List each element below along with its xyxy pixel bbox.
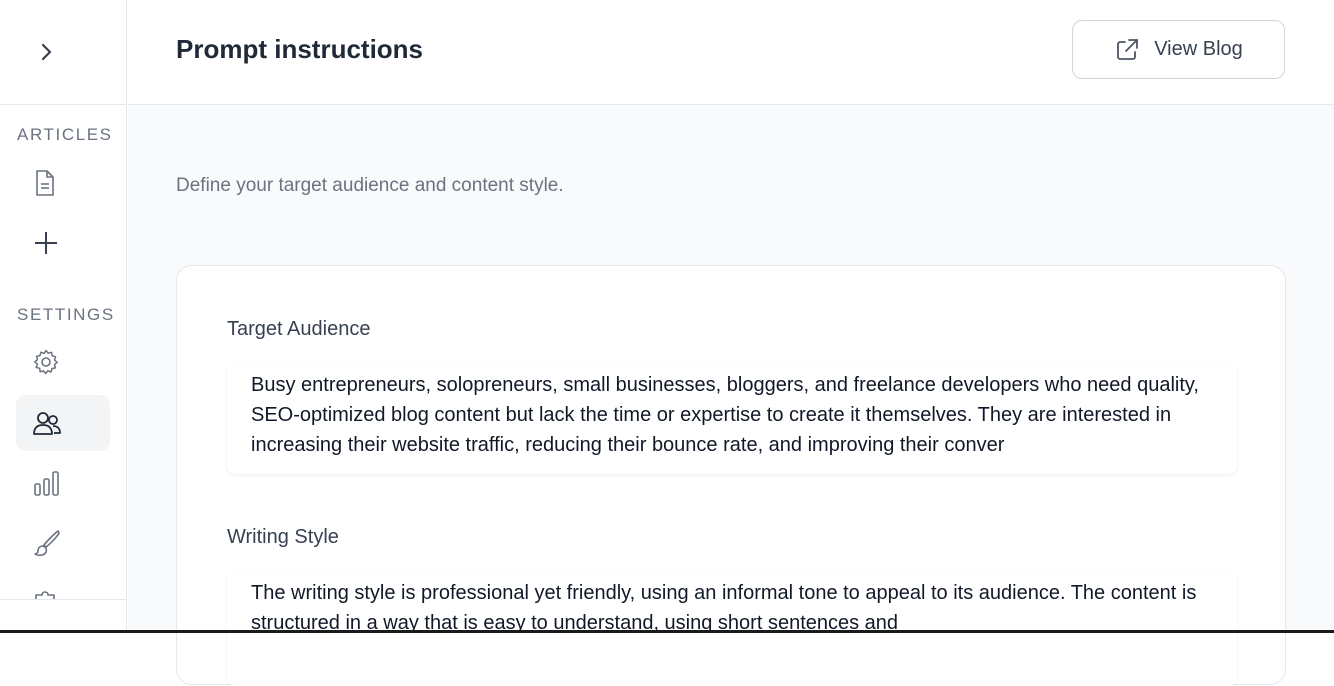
- sidebar-divider: [0, 599, 127, 600]
- plus-icon: [35, 232, 57, 254]
- users-icon: [33, 412, 61, 435]
- paintbrush-icon: [34, 530, 60, 557]
- writing-style-textarea[interactable]: The writing style is professional yet fr…: [227, 572, 1237, 686]
- external-link-icon: [1117, 38, 1139, 60]
- document-icon: [36, 170, 54, 196]
- sidebar-item-audience[interactable]: [16, 395, 110, 451]
- sidebar-toggle-button[interactable]: [31, 36, 63, 68]
- prompt-settings-card: Target Audience Busy entrepreneurs, solo…: [176, 265, 1286, 686]
- writing-style-label: Writing Style: [227, 526, 339, 548]
- target-audience-textarea[interactable]: Busy entrepreneurs, solopreneurs, small …: [227, 364, 1237, 474]
- puzzle-icon: [35, 591, 55, 599]
- page-subtitle: Define your target audience and content …: [176, 175, 564, 196]
- view-blog-button[interactable]: View Blog: [1072, 20, 1285, 79]
- sidebar-item-articles[interactable]: [16, 155, 110, 211]
- sidebar-item-integrations[interactable]: [16, 575, 110, 599]
- main-content: Define your target audience and content …: [128, 105, 1334, 686]
- gear-icon: [34, 349, 58, 375]
- bar-chart-icon: [34, 471, 59, 496]
- target-audience-label: Target Audience: [227, 318, 371, 340]
- sidebar-item-appearance[interactable]: [16, 515, 110, 571]
- view-blog-label: View Blog: [1154, 38, 1243, 60]
- sidebar: ARTICLES SETTINGS: [0, 0, 127, 633]
- section-label-settings: SETTINGS: [17, 305, 115, 324]
- page-title: Prompt instructions: [176, 34, 424, 64]
- section-label-articles: ARTICLES: [17, 125, 113, 144]
- sidebar-item-general-settings[interactable]: [16, 334, 110, 390]
- page-header: Prompt instructions View Blog: [128, 0, 1334, 105]
- sidebar-header: [0, 0, 126, 105]
- chevron-right-icon: [41, 43, 52, 61]
- sidebar-item-new-article[interactable]: [16, 215, 110, 271]
- sidebar-item-analytics[interactable]: [16, 455, 110, 511]
